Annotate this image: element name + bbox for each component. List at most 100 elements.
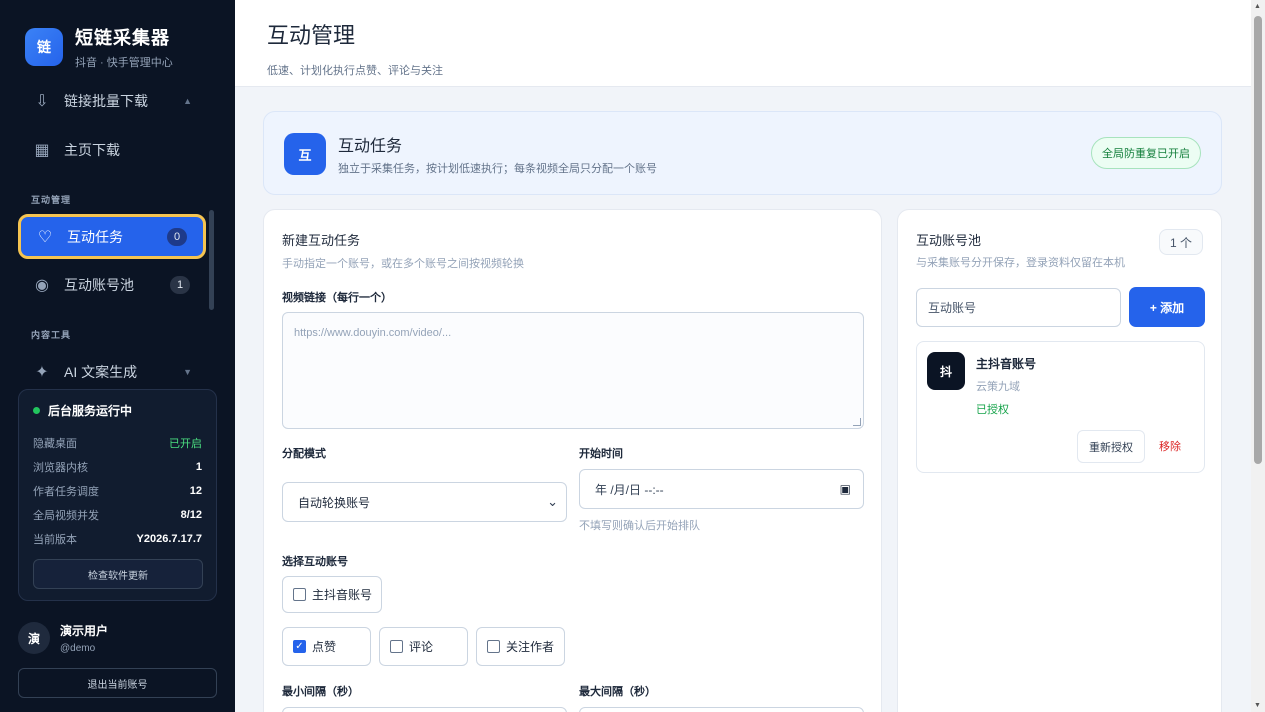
account-pool-card: 互动账号池 与采集账号分开保存，登录资料仅留在本机 1 个 互动账号 + 添加 … bbox=[897, 209, 1222, 712]
start-time-label: 开始时间 bbox=[579, 448, 623, 460]
sidebar-item-label: 互动账号池 bbox=[64, 277, 134, 293]
new-task-card: 新建互动任务 手动指定一个账号，或在多个账号之间按视频轮换 视频链接（每行一个）… bbox=[263, 209, 882, 712]
chevron-up-icon: ▲ bbox=[183, 96, 192, 106]
stat-value: Y2026.7.17.7 bbox=[136, 533, 202, 545]
scroll-up-icon[interactable]: ▲ bbox=[1254, 3, 1261, 10]
brand-logo: 链 bbox=[25, 28, 63, 66]
remove-account-button[interactable]: 移除 bbox=[1159, 438, 1181, 454]
sidebar: 链 短链采集器 抖音 · 快手管理中心 ⇩ 链接批量下载 ▲ ▦ 主页下载 互动… bbox=[0, 0, 235, 712]
start-time-input[interactable]: 年 /月/日 --:-- ▣ bbox=[579, 469, 864, 509]
nav-section-interaction: 互动管理 bbox=[31, 195, 72, 205]
video-links-textarea[interactable]: https://www.douyin.com/video/... bbox=[282, 312, 864, 429]
card-subtitle: 手动指定一个账号，或在多个账号之间按视频轮换 bbox=[282, 258, 524, 270]
chevron-down-icon: ⌄ bbox=[547, 494, 558, 509]
account-org: 云策九域 bbox=[976, 381, 1020, 393]
action-checkbox-follow[interactable]: 关注作者 bbox=[476, 627, 565, 666]
start-time-hint: 不填写则确认后开始排队 bbox=[579, 520, 700, 532]
heart-icon: ♡ bbox=[37, 228, 53, 246]
brand: 链 短链采集器 抖音 · 快手管理中心 bbox=[25, 24, 173, 70]
page-header: 互动管理 低速、计划化执行点赞、评论与关注 bbox=[235, 0, 1251, 87]
mode-label: 分配模式 bbox=[282, 448, 326, 460]
grid-icon: ▦ bbox=[34, 142, 50, 159]
checkbox-label: 关注作者 bbox=[506, 640, 555, 654]
stat-row: 作者任务调度 12 bbox=[33, 479, 202, 503]
add-account-button[interactable]: + 添加 bbox=[1129, 287, 1205, 327]
checkbox-checked-icon[interactable]: ✓ bbox=[293, 640, 306, 653]
action-checkbox-like[interactable]: ✓ 点赞 bbox=[282, 627, 371, 666]
accounts-label: 选择互动账号 bbox=[282, 556, 348, 568]
card-title: 新建互动任务 bbox=[282, 233, 361, 248]
sparkle-icon: ✦ bbox=[35, 364, 49, 381]
stat-value: 12 bbox=[189, 485, 202, 497]
download-icon: ⇩ bbox=[35, 93, 49, 110]
max-interval-input[interactable] bbox=[579, 707, 864, 712]
stat-label: 当前版本 bbox=[33, 534, 77, 546]
stat-label: 隐藏桌面 bbox=[33, 438, 77, 450]
account-name: 主抖音账号 bbox=[976, 357, 1037, 371]
user-name: 演示用户 bbox=[60, 624, 109, 638]
account-item: 抖 主抖音账号 云策九域 已授权 重新授权 移除 bbox=[916, 341, 1205, 473]
stat-label: 全局视频并发 bbox=[33, 510, 99, 522]
min-interval-input[interactable] bbox=[282, 707, 567, 712]
checkbox-label: 点赞 bbox=[312, 640, 337, 654]
input-placeholder: 互动账号 bbox=[928, 301, 977, 315]
checkbox-icon[interactable] bbox=[487, 640, 500, 653]
count-badge: 1 bbox=[170, 276, 190, 294]
count-badge: 0 bbox=[167, 227, 187, 246]
sidebar-item-homepage-download[interactable]: ▦ 主页下载 bbox=[18, 129, 206, 171]
banner-title: 互动任务 bbox=[338, 138, 403, 155]
checkbox-icon[interactable] bbox=[293, 588, 306, 601]
status-title: 后台服务运行中 bbox=[48, 404, 133, 418]
stat-row: 当前版本 Y2026.7.17.7 bbox=[33, 527, 202, 551]
min-interval-label: 最小间隔（秒） bbox=[282, 686, 359, 698]
radio-circle-icon: ◉ bbox=[35, 277, 49, 294]
service-status-card: 后台服务运行中 隐藏桌面 已开启 浏览器内核 1 作者任务调度 12 全局视频并… bbox=[18, 389, 217, 601]
calendar-icon[interactable]: ▣ bbox=[840, 482, 851, 496]
scrollbar-thumb[interactable] bbox=[1254, 16, 1262, 464]
checkbox-icon[interactable] bbox=[390, 640, 403, 653]
sidebar-item-label: 链接批量下载 bbox=[64, 93, 148, 109]
sidebar-item-label: 互动任务 bbox=[67, 228, 123, 245]
textarea-placeholder: https://www.douyin.com/video/... bbox=[294, 327, 452, 339]
sidebar-item-interaction-tasks[interactable]: ♡ 互动任务 0 bbox=[18, 214, 206, 259]
sidebar-item-ai-copywriting[interactable]: ✦ AI 文案生成 ▼ bbox=[18, 351, 206, 393]
douyin-logo-icon: 抖 bbox=[927, 352, 965, 390]
checkbox-label: 评论 bbox=[409, 640, 434, 654]
avatar: 演 bbox=[18, 622, 50, 654]
sidebar-scrollbar[interactable] bbox=[209, 210, 214, 310]
reauthorize-button[interactable]: 重新授权 bbox=[1077, 430, 1145, 463]
select-value: 自动轮换账号 bbox=[298, 495, 371, 510]
links-label: 视频链接（每行一个） bbox=[282, 292, 392, 304]
checkbox-label: 主抖音账号 bbox=[312, 588, 373, 602]
resize-handle-icon[interactable] bbox=[853, 418, 861, 426]
account-checkbox-main[interactable]: 主抖音账号 bbox=[282, 576, 382, 613]
sidebar-item-label: 主页下载 bbox=[64, 142, 120, 158]
stat-value: 1 bbox=[195, 461, 202, 473]
account-name-input[interactable]: 互动账号 bbox=[916, 288, 1121, 327]
sidebar-item-account-pool[interactable]: ◉ 互动账号池 1 bbox=[18, 264, 206, 306]
user-profile: 演 演示用户 @demo bbox=[18, 622, 108, 654]
allocation-mode-select[interactable]: 自动轮换账号 ⌄ bbox=[282, 482, 567, 522]
stat-row: 浏览器内核 1 bbox=[33, 455, 202, 479]
check-update-button[interactable]: 检查软件更新 bbox=[33, 559, 203, 589]
stat-row: 全局视频并发 8/12 bbox=[33, 503, 202, 527]
page-scrollbar[interactable]: ▲ ▼ bbox=[1251, 0, 1265, 712]
banner-logo: 互 bbox=[284, 133, 326, 175]
user-handle: @demo bbox=[60, 643, 96, 654]
status-dot-icon bbox=[33, 407, 40, 414]
stat-value: 已开启 bbox=[169, 438, 202, 450]
account-count-badge: 1 个 bbox=[1158, 229, 1203, 255]
chevron-down-icon: ▼ bbox=[183, 367, 192, 377]
sidebar-item-batch-download[interactable]: ⇩ 链接批量下载 ▲ bbox=[18, 80, 206, 122]
logout-button[interactable]: 退出当前账号 bbox=[18, 668, 217, 698]
card-subtitle: 与采集账号分开保存，登录资料仅留在本机 bbox=[916, 257, 1125, 269]
action-checkbox-comment[interactable]: 评论 bbox=[379, 627, 468, 666]
scroll-down-icon[interactable]: ▼ bbox=[1254, 702, 1261, 709]
page-title: 互动管理 bbox=[267, 23, 356, 48]
page-subtitle: 低速、计划化执行点赞、评论与关注 bbox=[267, 65, 443, 77]
brand-subtitle: 抖音 · 快手管理中心 bbox=[75, 57, 173, 69]
banner-subtitle: 独立于采集任务，按计划低速执行；每条视频全局只分配一个账号 bbox=[338, 163, 657, 175]
stat-label: 浏览器内核 bbox=[33, 462, 88, 474]
stat-value: 8/12 bbox=[180, 509, 202, 521]
date-placeholder: 年 /月/日 --:-- bbox=[595, 482, 664, 497]
